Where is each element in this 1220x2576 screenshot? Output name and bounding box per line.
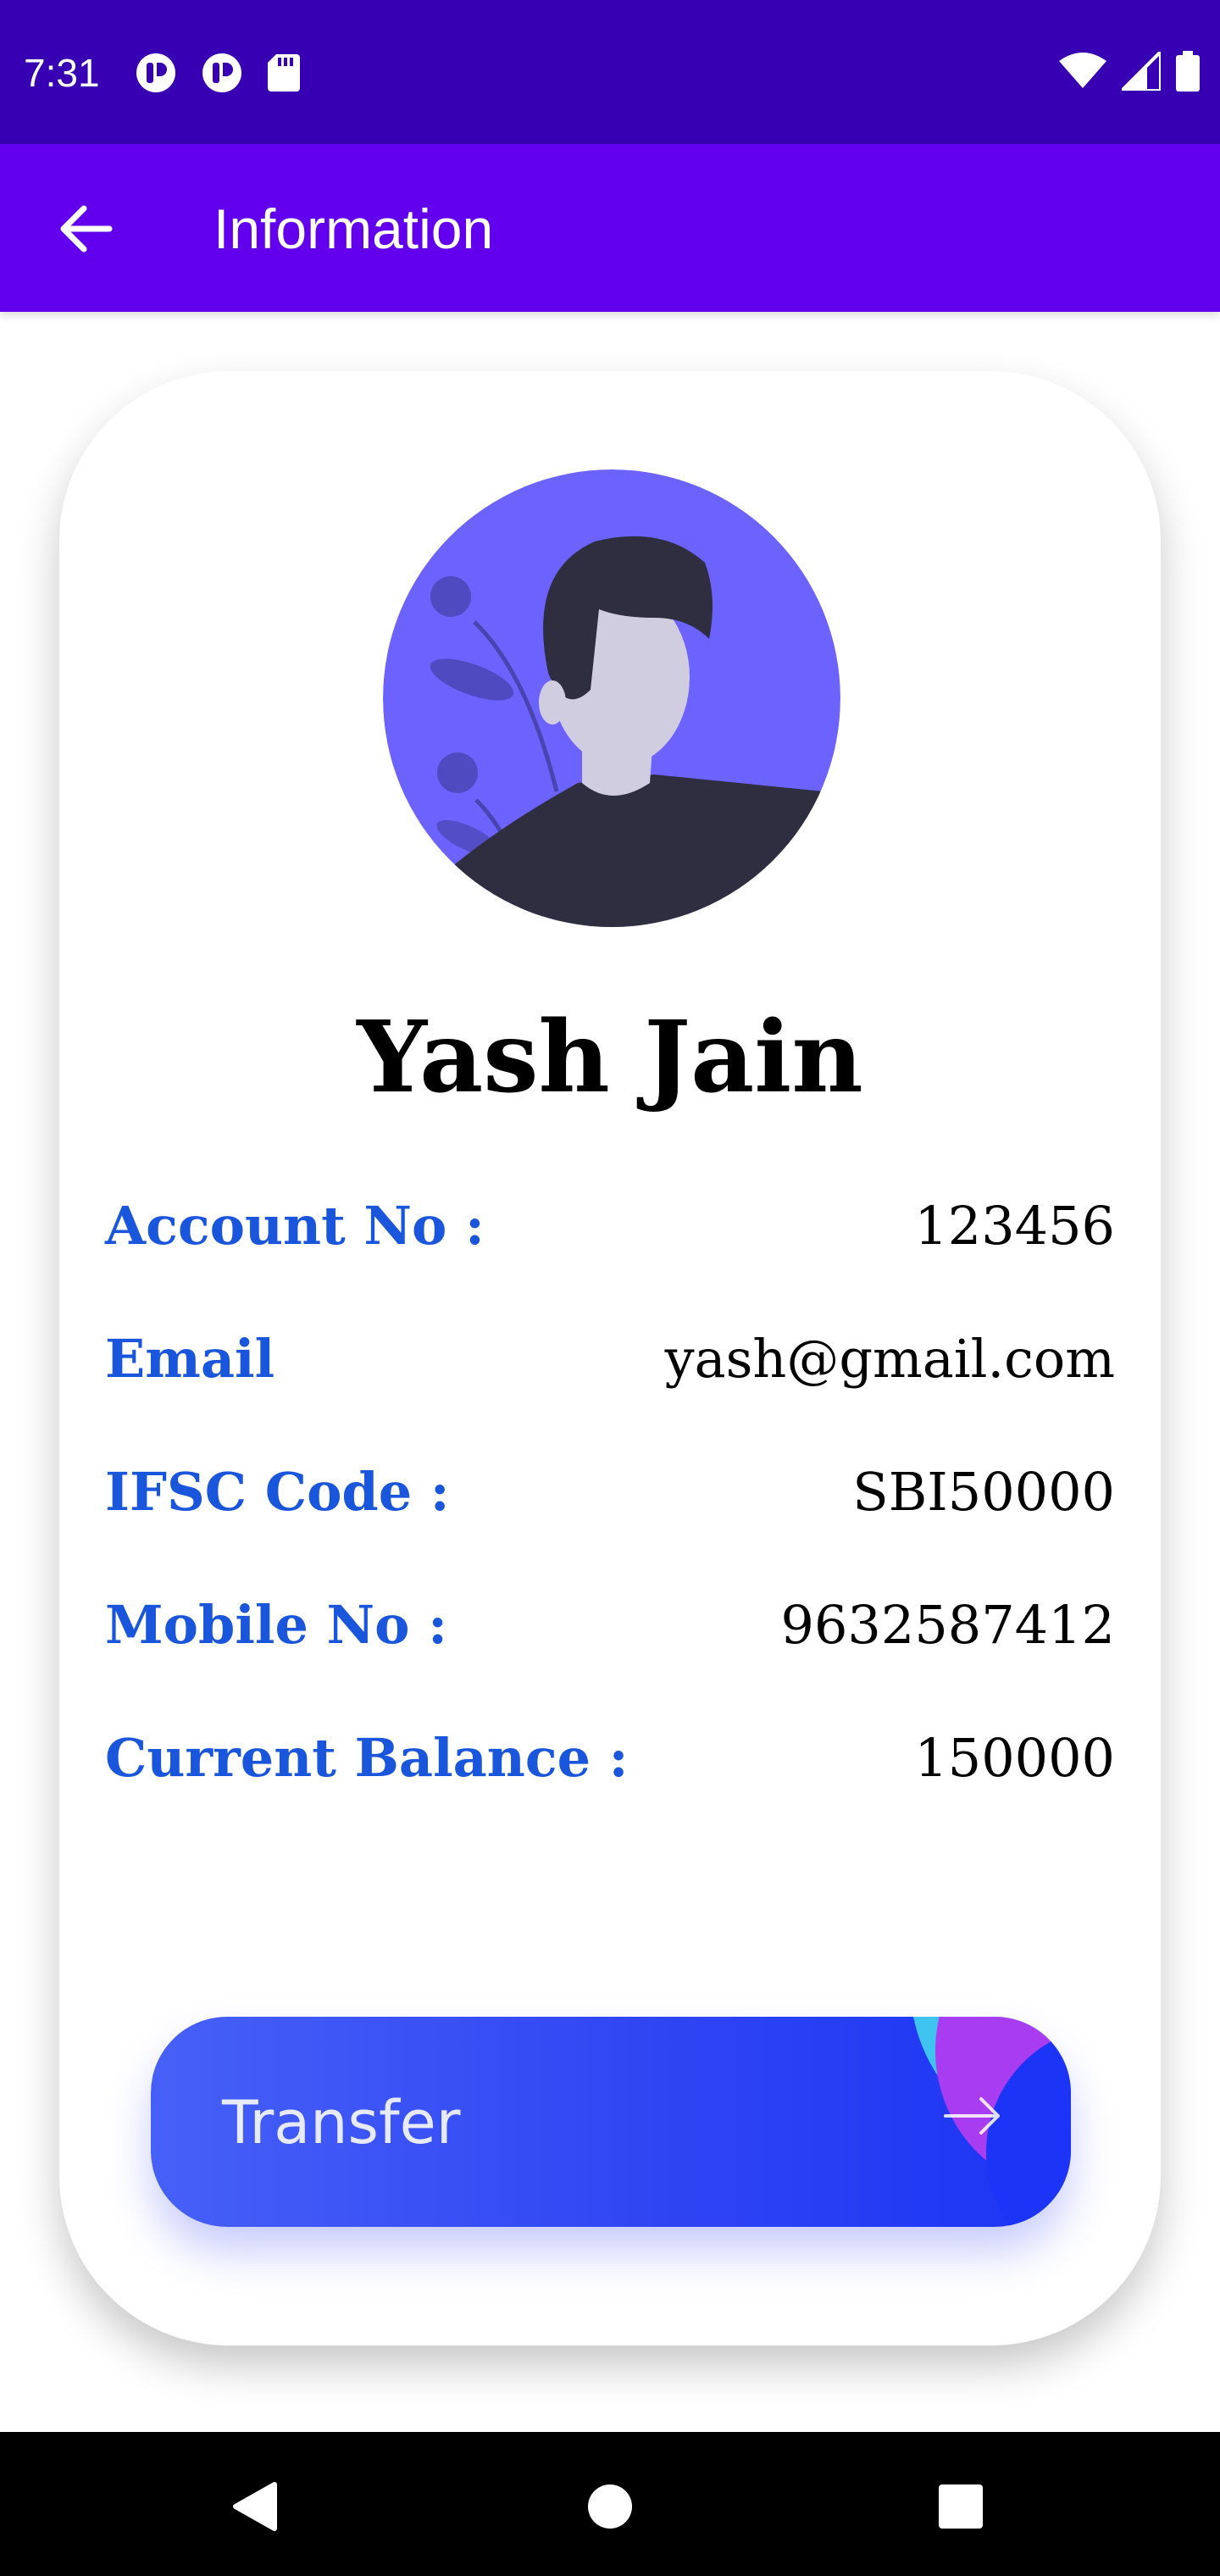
detail-label: Current Balance : [105, 1727, 629, 1789]
detail-value: 123456 [914, 1195, 1115, 1257]
detail-label: Email [105, 1328, 275, 1390]
arrow-back-icon [60, 205, 113, 253]
detail-value: yash@gmail.com [664, 1328, 1115, 1390]
home-circle-icon [588, 2484, 632, 2529]
page-title: Information [214, 197, 494, 260]
app-bar: Information [0, 144, 1220, 312]
back-triangle-icon [233, 2482, 277, 2531]
user-avatar-illustration [383, 469, 840, 927]
account-details: Account No : 123456 Email yash@gmail.com… [105, 1159, 1115, 1824]
status-system-icons [1059, 51, 1200, 92]
status-time: 7:31 [24, 51, 100, 95]
status-bar: 7:31 [0, 0, 1220, 144]
nav-recents-button[interactable] [918, 2464, 1003, 2549]
user-name: Yash Jain [357, 1000, 863, 1115]
battery-icon [1176, 51, 1200, 92]
nav-home-button[interactable] [568, 2464, 652, 2549]
status-notification-icons [136, 53, 300, 93]
back-button[interactable] [47, 191, 124, 267]
sd-card-icon [268, 54, 300, 92]
system-nav-bar [0, 2432, 1220, 2576]
transfer-button[interactable]: Transfer [151, 2017, 1071, 2227]
profile-card: Yash Jain Account No : 123456 Email yash… [59, 371, 1161, 2346]
nav-back-button[interactable] [212, 2464, 297, 2549]
detail-value: 9632587412 [780, 1594, 1115, 1656]
detail-row-mobile-no: Mobile No : 9632587412 [105, 1558, 1115, 1691]
detail-value: 150000 [914, 1727, 1115, 1789]
detail-row-email: Email yash@gmail.com [105, 1292, 1115, 1425]
signal-icon [1122, 52, 1161, 91]
detail-label: Mobile No : [105, 1594, 447, 1656]
detail-row-current-balance: Current Balance : 150000 [105, 1691, 1115, 1824]
wifi-icon [1059, 53, 1106, 88]
app-notification-icon [136, 53, 175, 92]
detail-row-ifsc-code: IFSC Code : SBI50000 [105, 1425, 1115, 1558]
detail-label: IFSC Code : [105, 1461, 450, 1523]
detail-value: SBI50000 [852, 1461, 1115, 1523]
avatar [383, 469, 840, 927]
recents-square-icon [939, 2484, 983, 2529]
transfer-label: Transfer [222, 2088, 461, 2157]
detail-label: Account No : [105, 1195, 485, 1257]
arrow-right-icon [944, 2097, 1000, 2135]
app-notification-icon [202, 53, 241, 92]
detail-row-account-no: Account No : 123456 [105, 1159, 1115, 1292]
